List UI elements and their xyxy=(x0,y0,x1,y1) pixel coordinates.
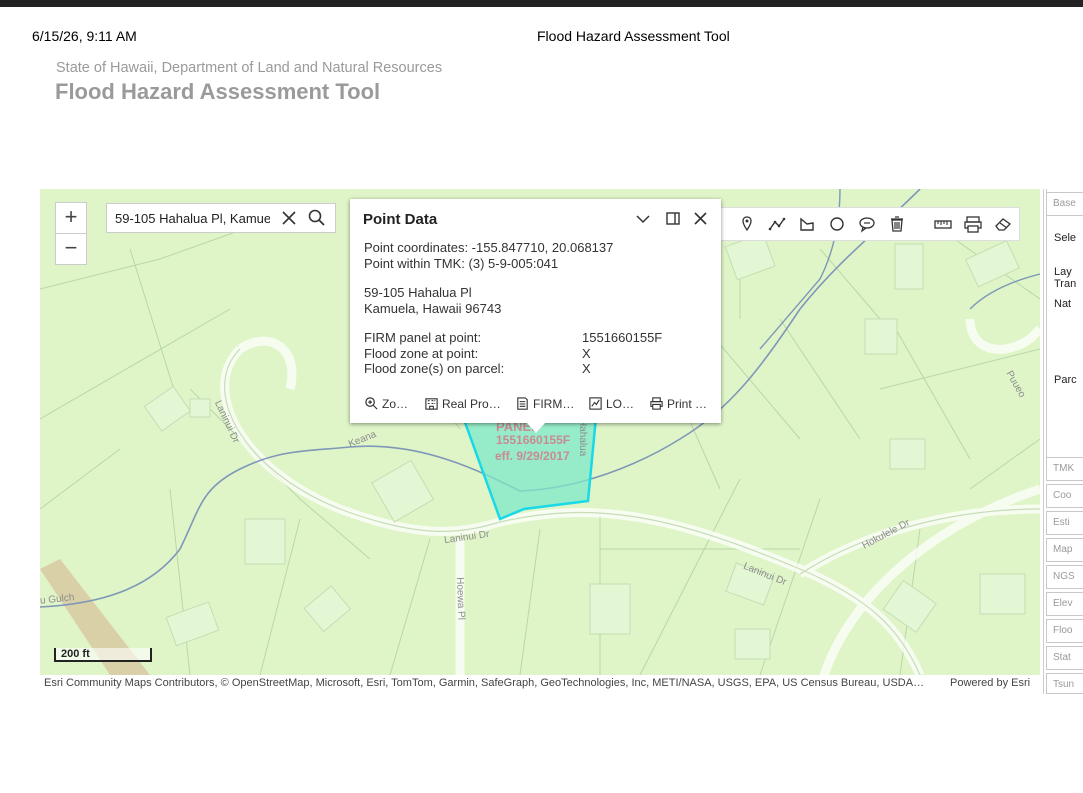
firm-panel-label: FIRM panel at point: xyxy=(364,330,482,345)
zoom-to-action[interactable]: Zo… xyxy=(364,396,408,414)
tab-estimate[interactable]: Esti xyxy=(1046,511,1083,535)
measure-button[interactable] xyxy=(933,214,953,234)
point-coordinates: Point coordinates: -155.847710, 20.06813… xyxy=(364,240,614,255)
map-view[interactable]: PANEL 1551660155F eff. 9/29/2017 Laninui… xyxy=(40,189,1040,675)
zoom-out-button[interactable]: − xyxy=(56,233,86,264)
firm-action[interactable]: FIRM… xyxy=(515,396,574,414)
print-map-icon xyxy=(964,216,982,233)
polygon-icon xyxy=(800,217,814,231)
zoom-icon xyxy=(365,397,378,410)
parcel-panel-effective: eff. 9/29/2017 xyxy=(495,449,570,463)
app-title: Flood Hazard Assessment Tool xyxy=(55,79,381,104)
real-property-label: Real Pro… xyxy=(442,397,501,411)
dock-popup-button[interactable] xyxy=(663,209,683,229)
popup-actions: Zo… Real Pro… FIRM… LO… Print … xyxy=(350,396,721,416)
address-line-2: Kamuela, Hawaii 96743 xyxy=(364,301,502,316)
print-datetime: 6/15/26, 9:11 AM xyxy=(32,28,137,44)
draw-polygon-button[interactable] xyxy=(797,214,817,234)
side-panel: Base Sele Lay Tran Nat Parc TMK Coo Esti… xyxy=(1043,189,1083,694)
tab-flood[interactable]: Floo xyxy=(1046,619,1083,643)
draw-text-button[interactable] xyxy=(857,214,877,234)
comment-icon xyxy=(859,217,875,233)
polyline-icon xyxy=(768,217,786,231)
transparency-label: Tran xyxy=(1054,278,1077,290)
print-action[interactable]: Print … xyxy=(649,396,707,414)
draw-point-button[interactable] xyxy=(737,214,757,234)
search-box xyxy=(106,203,336,233)
print-map-button[interactable] xyxy=(963,214,983,234)
loma-label: LO… xyxy=(606,397,635,411)
street-label-hahalua: Hahalua xyxy=(577,419,588,457)
close-icon xyxy=(694,212,707,225)
draw-circle-button[interactable] xyxy=(827,214,847,234)
print-label: Print … xyxy=(667,397,708,411)
street-label-hoewa: Hoewa Pl xyxy=(454,577,467,621)
layers-label: Lay xyxy=(1054,266,1072,278)
zoom-control: + − xyxy=(55,202,87,265)
search-icon xyxy=(308,209,325,226)
flood-zones-parcel-label: Flood zone(s) on parcel: xyxy=(364,361,505,376)
eraser-button[interactable] xyxy=(993,214,1013,234)
firm-label: FIRM… xyxy=(533,397,575,411)
map-attribution[interactable]: Esri Community Maps Contributors, © Open… xyxy=(44,677,924,689)
close-icon xyxy=(282,211,296,225)
eraser-icon xyxy=(995,218,1012,231)
basemap-selector[interactable]: Base xyxy=(1046,192,1083,216)
point-data-popup: Point Data Point coordinates: -155.84771… xyxy=(350,199,721,433)
powered-by-esri[interactable]: Powered by Esri xyxy=(950,677,1030,689)
dock-icon xyxy=(666,212,680,225)
trash-icon xyxy=(891,216,903,232)
print-page-title: Flood Hazard Assessment Tool xyxy=(537,28,730,44)
drawing-toolbar xyxy=(720,207,1020,241)
firm-panel-value: 1551660155F xyxy=(582,330,663,345)
zoom-in-button[interactable]: + xyxy=(56,203,86,233)
tab-ngs[interactable]: NGS xyxy=(1046,565,1083,589)
building-icon xyxy=(425,398,438,410)
popup-pointer xyxy=(527,423,545,433)
tab-tsunami[interactable]: Tsun xyxy=(1046,673,1083,694)
search-input[interactable] xyxy=(115,208,270,228)
popup-title: Point Data xyxy=(363,211,438,228)
zoom-to-label: Zo… xyxy=(382,397,409,411)
select-label: Sele xyxy=(1054,232,1077,244)
delete-drawings-button[interactable] xyxy=(887,214,907,234)
draw-polyline-button[interactable] xyxy=(767,214,787,234)
circle-icon xyxy=(830,217,844,231)
search-button[interactable] xyxy=(307,208,329,228)
top-border xyxy=(0,0,1083,7)
document-icon xyxy=(517,397,528,410)
tab-coordinates[interactable]: Coo xyxy=(1046,484,1083,508)
flood-zone-label: Flood zone at point: xyxy=(364,346,479,361)
national-layer-label: Nat xyxy=(1054,298,1072,310)
point-tmk: Point within TMK: (3) 5-9-005:041 xyxy=(364,256,559,271)
tab-status[interactable]: Stat xyxy=(1046,646,1083,670)
chevron-down-icon xyxy=(636,215,650,224)
address-line-1: 59-105 Hahalua Pl xyxy=(364,285,472,300)
scale-bar: 200 ft xyxy=(54,648,152,662)
parcel-panel-number: 1551660155F xyxy=(496,433,571,447)
measure-icon xyxy=(934,220,952,229)
tab-tmk[interactable]: TMK xyxy=(1046,457,1083,481)
real-property-action[interactable]: Real Pro… xyxy=(424,396,501,414)
clear-search-button[interactable] xyxy=(279,208,299,228)
close-popup-button[interactable] xyxy=(691,209,711,229)
loma-action[interactable]: LO… xyxy=(588,396,634,414)
collapse-popup-button[interactable] xyxy=(633,209,653,229)
tab-elevation[interactable]: Elev xyxy=(1046,592,1083,616)
flood-zone-value: X xyxy=(582,346,591,361)
tab-map[interactable]: Map xyxy=(1046,538,1083,562)
parcel-layer-label: Parc xyxy=(1054,374,1077,386)
map-check-icon xyxy=(589,397,602,410)
pin-icon xyxy=(742,216,752,232)
print-icon xyxy=(650,397,663,410)
agency-name: State of Hawaii, Department of Land and … xyxy=(56,60,443,76)
flood-zones-parcel-value: X xyxy=(582,361,591,376)
